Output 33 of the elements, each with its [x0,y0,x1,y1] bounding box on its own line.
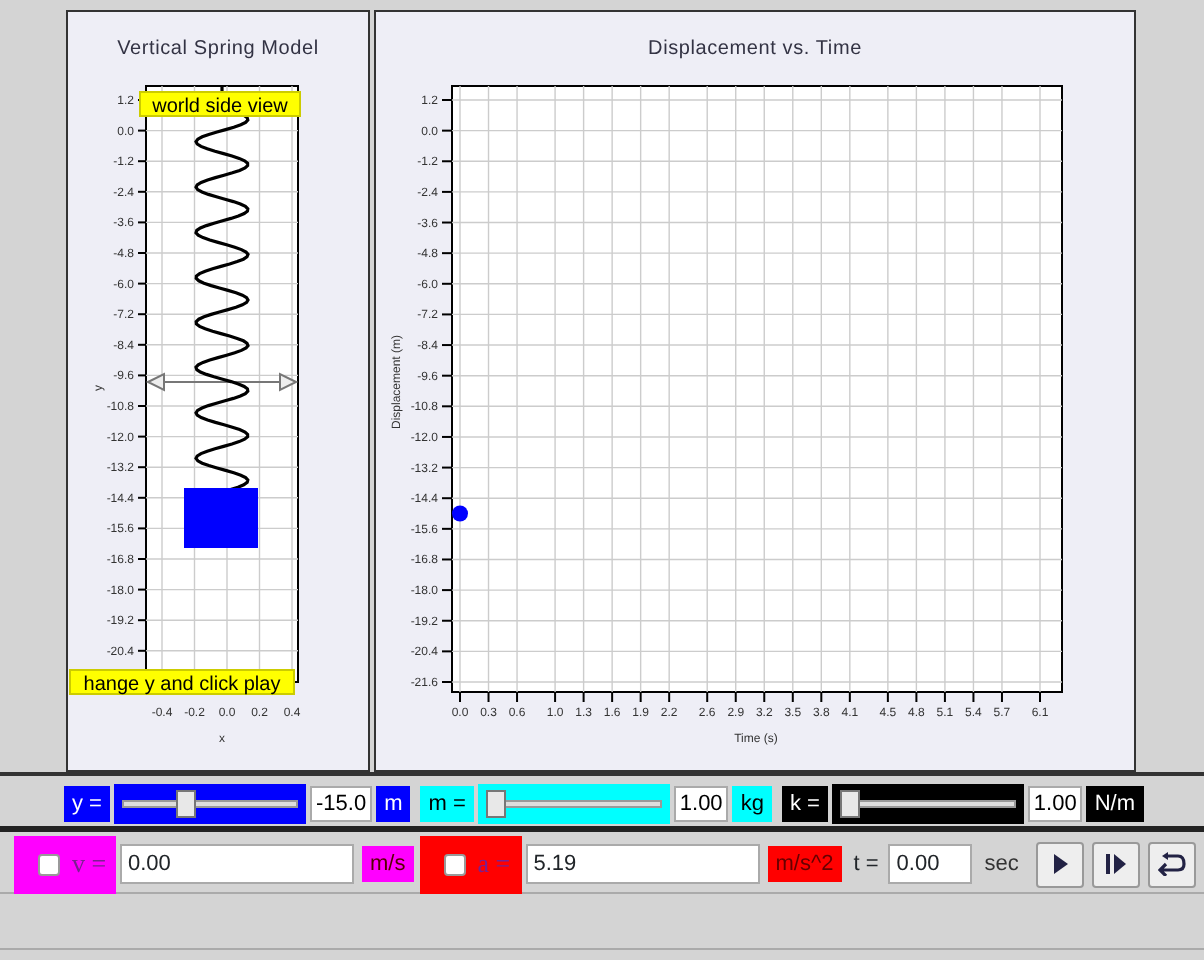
unit-label: N/m [1086,786,1144,822]
time-label: t = [853,849,879,880]
hint-label: hange y and click play [69,669,295,696]
mass-block [184,488,258,548]
slider-label: m = [420,786,474,822]
slider-label: y = [64,786,110,822]
value-field[interactable]: -15.0 [309,786,373,822]
play-button[interactable] [1036,841,1085,887]
readout-label: v = [72,846,107,883]
view-label: world side view [139,91,301,118]
slider-thumb[interactable] [175,790,196,818]
panel-title: Vertical Spring Model [115,36,321,64]
reset-icon [1158,852,1187,876]
step-icon [1102,852,1131,876]
slider-thumb[interactable] [839,790,860,818]
value-field[interactable]: 1.00 [1027,786,1083,822]
value-field[interactable]: 5.19 [525,844,760,884]
checkbox[interactable] [443,853,466,875]
value-field[interactable]: 0.00 [120,844,354,884]
unit-label: sec [984,849,1019,880]
unit-label: m [376,786,411,822]
value-field[interactable]: 1.00 [673,786,729,822]
slider-thumb[interactable] [485,790,506,818]
readout-label: a = [477,846,511,883]
step-button[interactable] [1092,841,1141,887]
time-field[interactable]: 0.00 [888,844,973,884]
unit-label: m/s [362,846,414,882]
checkbox[interactable] [38,853,60,875]
unit-label: kg [732,786,772,822]
slider-label: k = [781,786,828,822]
reset-button[interactable] [1148,841,1197,887]
unit-label: m/s^2 [767,846,842,882]
chart-title: Displacement vs. Time [646,36,864,64]
